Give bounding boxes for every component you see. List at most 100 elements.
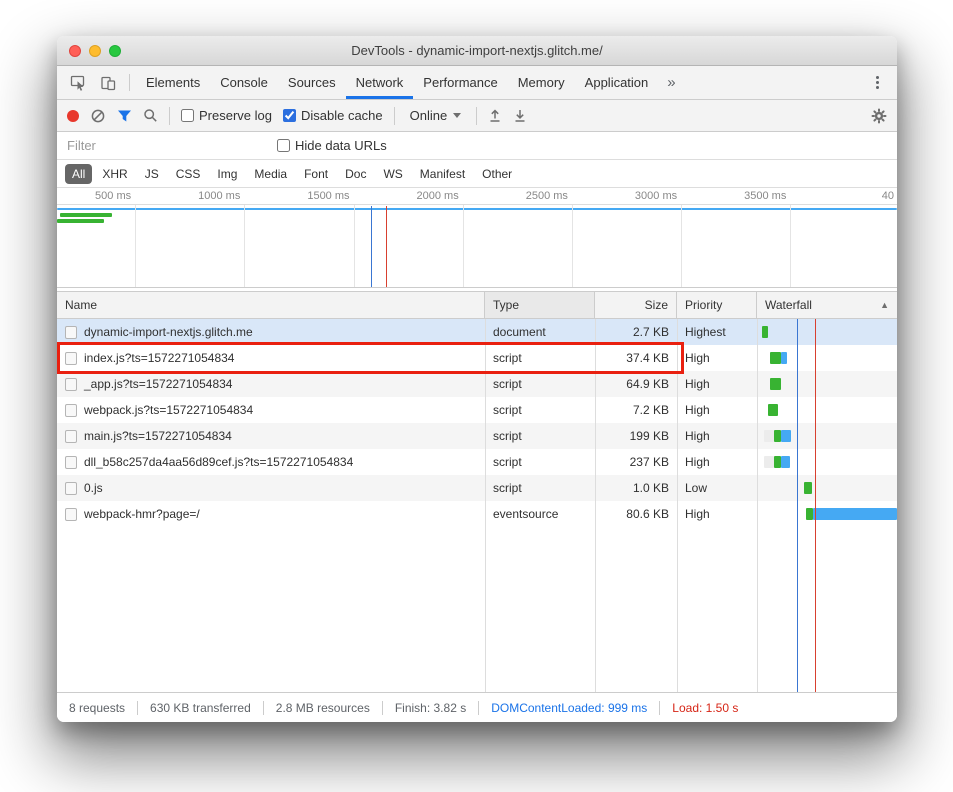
tab-network[interactable]: Network	[346, 66, 414, 99]
column-header-type[interactable]: Type	[485, 292, 595, 318]
timeline-gridline	[463, 205, 464, 287]
filter-manifest[interactable]: Manifest	[413, 164, 472, 184]
timeline-tick-label: 3500 ms	[744, 190, 786, 202]
column-header-name[interactable]: Name	[57, 292, 485, 318]
filter-bar: Hide data URLs	[57, 132, 897, 160]
status-separator	[478, 701, 479, 715]
clear-button[interactable]	[90, 108, 106, 124]
upload-icon	[488, 108, 502, 123]
dll_b58c257da4aa56d89cef.js?ts=1572271054834[interactable]: dll_b58c257da4aa56d89cef.js?ts=157227105…	[57, 449, 897, 475]
hide-data-urls-label: Hide data URLs	[295, 138, 387, 153]
request-size: 2.7 KB	[595, 319, 677, 345]
tab-application[interactable]: Application	[575, 66, 659, 99]
index.js?ts=1572271054834[interactable]: index.js?ts=1572271054834 script 37.4 KB…	[57, 345, 897, 371]
status-bar: 8 requests 630 KB transferred 2.8 MB res…	[57, 692, 897, 722]
throttling-dropdown[interactable]: Online	[406, 106, 466, 125]
main.js?ts=1572271054834[interactable]: main.js?ts=1572271054834 script 199 KB H…	[57, 423, 897, 449]
request-type: document	[485, 319, 595, 345]
disable-cache-input[interactable]	[283, 109, 296, 122]
type-filter-label: JS	[145, 167, 159, 181]
tab-label: Console	[220, 75, 268, 90]
request-type: script	[485, 423, 595, 449]
tab-elements[interactable]: Elements	[136, 66, 210, 99]
import-har-button[interactable]	[488, 108, 502, 123]
download-icon	[513, 108, 527, 123]
hide-data-urls-checkbox[interactable]: Hide data URLs	[277, 138, 387, 153]
window-title: DevTools - dynamic-import-nextjs.glitch.…	[57, 43, 897, 58]
tab-sources[interactable]: Sources	[278, 66, 346, 99]
devtools-tab-bar: Elements Console Sources Network Perform…	[57, 66, 897, 100]
filter-img[interactable]: Img	[210, 164, 244, 184]
toggle-device-toolbar-button[interactable]	[93, 66, 123, 99]
request-name-cell: index.js?ts=1572271054834	[57, 345, 485, 371]
filter-other[interactable]: Other	[475, 164, 519, 184]
filter-all[interactable]: All	[65, 164, 92, 184]
filter-ws[interactable]: WS	[376, 164, 409, 184]
disable-cache-checkbox[interactable]: Disable cache	[283, 108, 383, 123]
request-type: script	[485, 449, 595, 475]
export-har-button[interactable]	[513, 108, 527, 123]
column-header-waterfall[interactable]: Waterfall ▲	[757, 292, 897, 318]
webpack-hmr?page=/[interactable]: webpack-hmr?page=/ eventsource 80.6 KB H…	[57, 501, 897, 527]
dynamic-import-nextjs.glitch.me[interactable]: dynamic-import-nextjs.glitch.me document…	[57, 319, 897, 345]
type-filter-label: XHR	[102, 167, 127, 181]
waterfall-bar	[774, 430, 781, 442]
timeline-tick-label: 40	[882, 190, 894, 202]
tab-performance[interactable]: Performance	[413, 66, 507, 99]
kebab-menu-icon[interactable]	[864, 66, 891, 99]
request-size: 80.6 KB	[595, 501, 677, 527]
settings-button[interactable]	[871, 108, 887, 124]
load-time: Load: 1.50 s	[672, 701, 738, 715]
close-window-button[interactable]	[69, 45, 81, 57]
column-header-priority[interactable]: Priority	[677, 292, 757, 318]
search-button[interactable]	[143, 108, 158, 123]
desktop: { "window": { "title": "DevTools - dynam…	[0, 0, 953, 792]
column-header-size[interactable]: Size	[595, 292, 677, 318]
timeline-overview[interactable]: 500 ms1000 ms1500 ms2000 ms2500 ms3000 m…	[57, 188, 897, 288]
preserve-log-input[interactable]	[181, 109, 194, 122]
waterfall-bar	[764, 430, 774, 442]
timeline-tick-label: 1000 ms	[198, 190, 240, 202]
filter-media[interactable]: Media	[247, 164, 294, 184]
tab-memory[interactable]: Memory	[508, 66, 575, 99]
filter-xhr[interactable]: XHR	[95, 164, 134, 184]
request-name: main.js?ts=1572271054834	[84, 429, 232, 443]
hide-data-urls-input[interactable]	[277, 139, 290, 152]
request-name: index.js?ts=1572271054834	[84, 351, 234, 365]
request-priority: Low	[677, 475, 757, 501]
overview-chart	[57, 206, 897, 287]
request-name: dynamic-import-nextjs.glitch.me	[84, 325, 253, 339]
type-filter-label: Media	[254, 167, 287, 181]
filter-font[interactable]: Font	[297, 164, 335, 184]
finish-time: Finish: 3.82 s	[395, 701, 466, 715]
filter-input[interactable]	[67, 138, 267, 153]
tab-label: Memory	[518, 75, 565, 90]
more-tabs-button[interactable]: »	[658, 66, 684, 99]
request-waterfall	[757, 475, 897, 501]
filter-doc[interactable]: Doc	[338, 164, 373, 184]
_app.js?ts=1572271054834[interactable]: _app.js?ts=1572271054834 script 64.9 KB …	[57, 371, 897, 397]
request-type: script	[485, 345, 595, 371]
zoom-window-button[interactable]	[109, 45, 121, 57]
timeline-gridline	[790, 205, 791, 287]
tab-label: Sources	[288, 75, 336, 90]
0.js[interactable]: 0.js script 1.0 KB Low	[57, 475, 897, 501]
resources-size: 2.8 MB resources	[276, 701, 370, 715]
timeline-gridline	[354, 205, 355, 287]
record-button[interactable]	[67, 110, 79, 122]
request-name: dll_b58c257da4aa56d89cef.js?ts=157227105…	[84, 455, 353, 469]
filter-css[interactable]: CSS	[169, 164, 208, 184]
file-icon	[65, 378, 77, 391]
timeline-gridline	[135, 205, 136, 287]
minimize-window-button[interactable]	[89, 45, 101, 57]
type-filter-label: Img	[217, 167, 237, 181]
type-filter-label: Manifest	[420, 167, 465, 181]
clear-icon	[90, 108, 106, 124]
webpack.js?ts=1572271054834[interactable]: webpack.js?ts=1572271054834 script 7.2 K…	[57, 397, 897, 423]
filter-js[interactable]: JS	[138, 164, 166, 184]
inspect-element-button[interactable]	[63, 66, 93, 99]
filter-toggle-button[interactable]	[117, 109, 132, 123]
type-filter-label: Font	[304, 167, 328, 181]
tab-console[interactable]: Console	[210, 66, 278, 99]
preserve-log-checkbox[interactable]: Preserve log	[181, 108, 272, 123]
